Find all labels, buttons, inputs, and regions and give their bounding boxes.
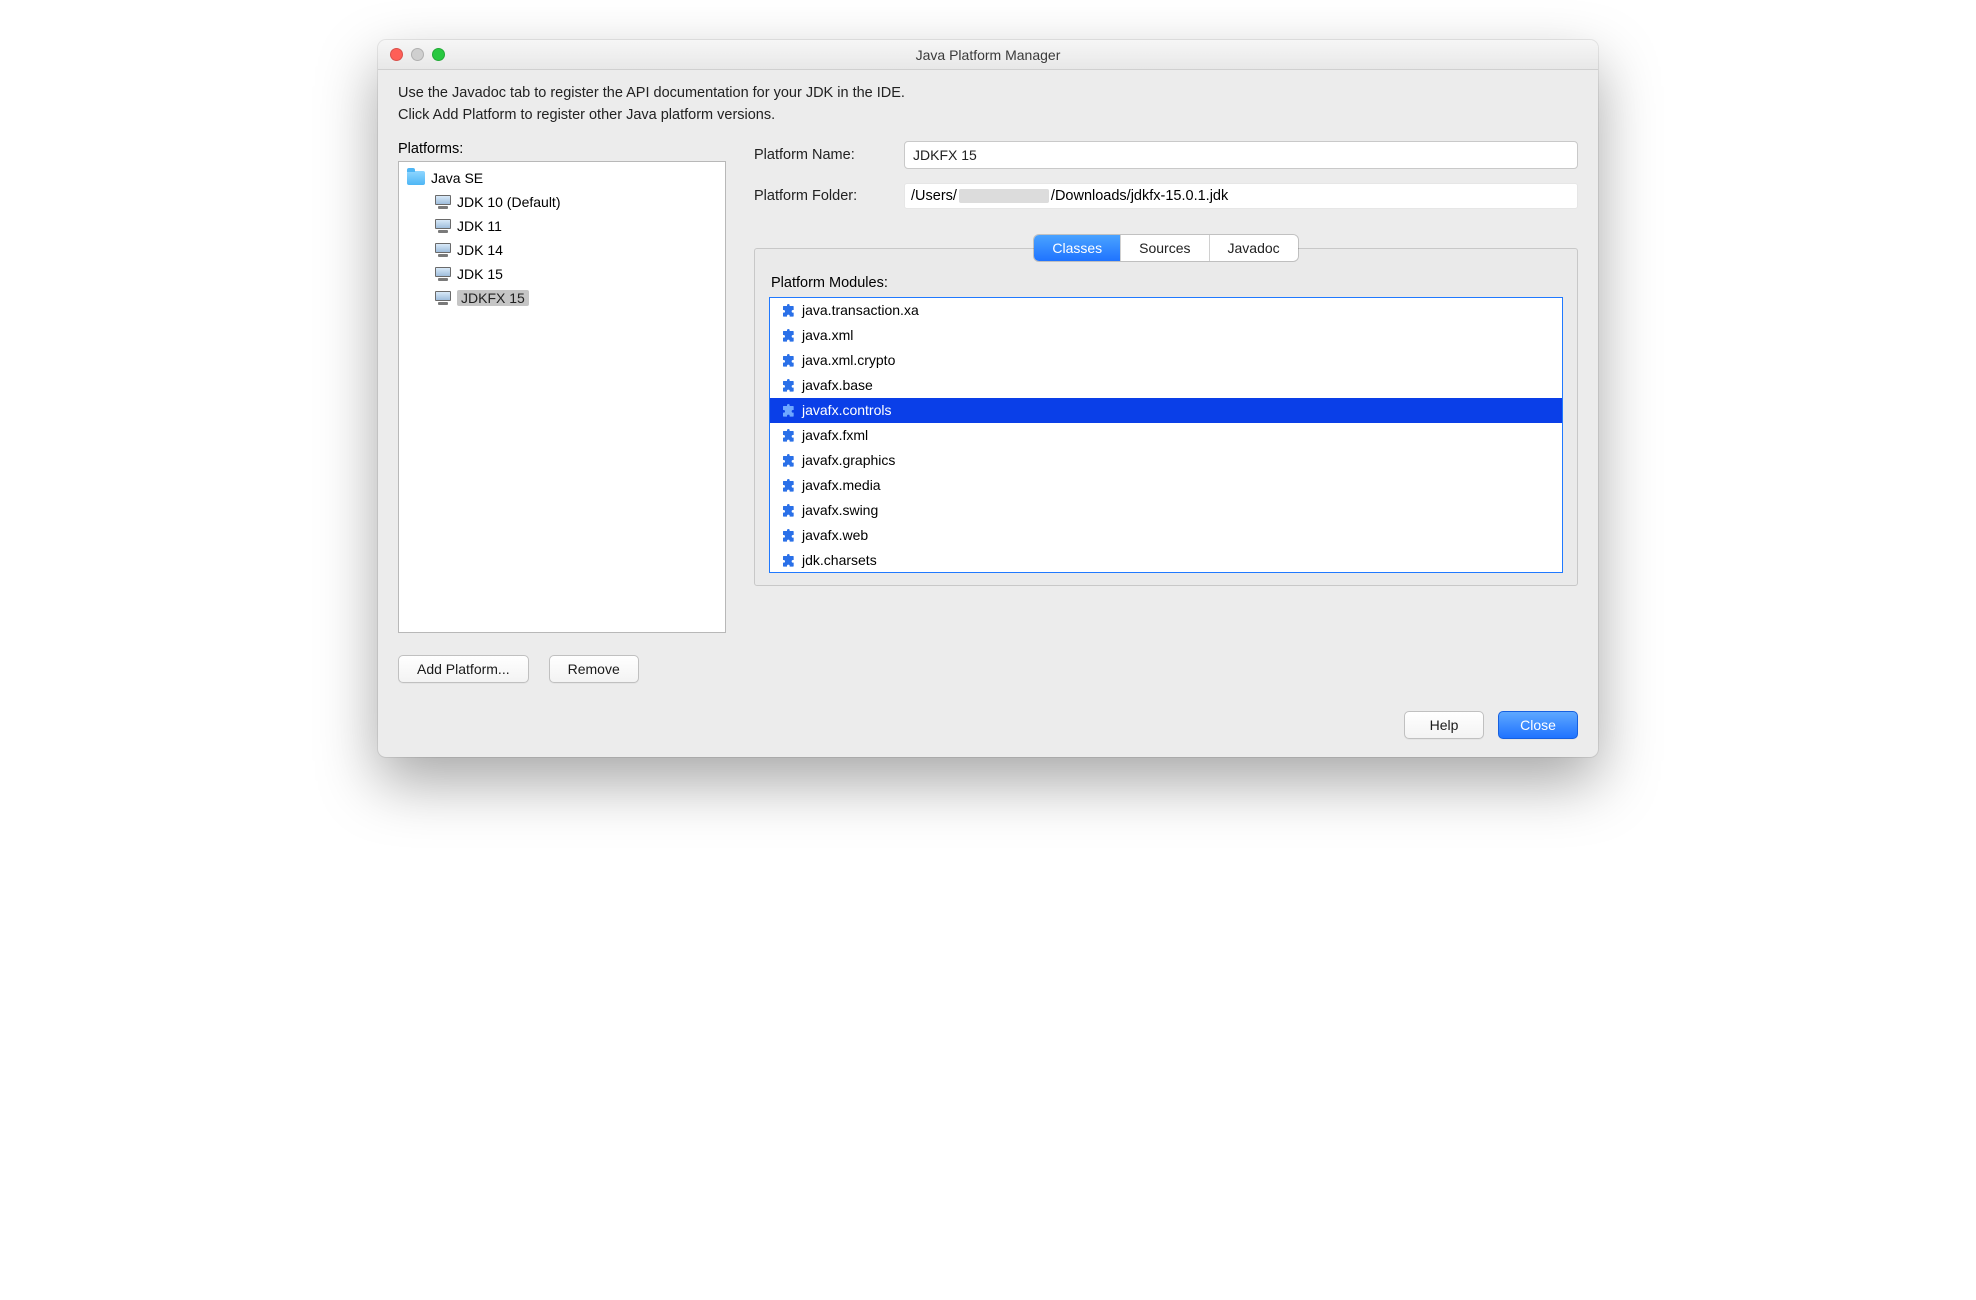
module-item[interactable]: javafx.fxml bbox=[770, 423, 1562, 448]
platforms-tree[interactable]: Java SE JDK 10 (Default) JDK 11 JDK 14 JDK 1… bbox=[398, 161, 726, 633]
intro-text: Use the Javadoc tab to register the API … bbox=[398, 82, 1578, 127]
folder-path-prefix: /Users/ bbox=[911, 188, 957, 204]
modules-label: Platform Modules: bbox=[771, 275, 1563, 291]
platform-item-label: JDKFX 15 bbox=[457, 290, 529, 306]
platform-group[interactable]: Java SE bbox=[399, 166, 725, 190]
platform-icon bbox=[435, 267, 451, 281]
platform-item-label: JDK 10 (Default) bbox=[457, 194, 560, 210]
module-item[interactable]: java.xml.crypto bbox=[770, 348, 1562, 373]
tab-classes[interactable]: Classes bbox=[1034, 235, 1120, 261]
module-icon bbox=[778, 377, 796, 393]
close-button[interactable]: Close bbox=[1498, 711, 1578, 739]
module-item[interactable]: java.xml bbox=[770, 323, 1562, 348]
minimize-window-icon bbox=[411, 48, 424, 61]
platforms-label: Platforms: bbox=[398, 141, 726, 157]
module-icon bbox=[778, 552, 796, 568]
module-name: javafx.controls bbox=[802, 402, 891, 418]
tab-javadoc[interactable]: Javadoc bbox=[1209, 235, 1298, 261]
platform-folder-value: /Users/ /Downloads/jdkfx-15.0.1.jdk bbox=[904, 183, 1578, 209]
module-item[interactable]: javafx.media bbox=[770, 473, 1562, 498]
close-window-icon[interactable] bbox=[390, 48, 403, 61]
module-item[interactable]: javafx.controls bbox=[770, 398, 1562, 423]
modules-panel: Platform Modules: java.transaction.xajav… bbox=[754, 248, 1578, 586]
module-name: javafx.graphics bbox=[802, 452, 895, 468]
module-icon bbox=[778, 502, 796, 518]
platform-group-label: Java SE bbox=[431, 170, 483, 186]
module-list[interactable]: java.transaction.xa java.xml java.xml.cryp… bbox=[769, 297, 1563, 573]
module-item[interactable]: javafx.swing bbox=[770, 498, 1562, 523]
titlebar: Java Platform Manager bbox=[378, 40, 1598, 70]
zoom-window-icon[interactable] bbox=[432, 48, 445, 61]
module-item[interactable]: jdk.charsets bbox=[770, 548, 1562, 573]
platform-item[interactable]: JDK 11 bbox=[399, 214, 725, 238]
platform-item-label: JDK 11 bbox=[457, 218, 502, 234]
platform-icon bbox=[435, 243, 451, 257]
help-button[interactable]: Help bbox=[1404, 711, 1484, 739]
platform-icon bbox=[435, 219, 451, 233]
module-icon bbox=[778, 527, 796, 543]
detail-tabs: ClassesSourcesJavadoc bbox=[1034, 235, 1297, 261]
module-icon bbox=[778, 402, 796, 418]
module-item[interactable]: javafx.web bbox=[770, 523, 1562, 548]
module-icon bbox=[778, 302, 796, 318]
platform-folder-label: Platform Folder: bbox=[754, 188, 904, 204]
module-icon bbox=[778, 477, 796, 493]
platforms-panel: Platforms: Java SE JDK 10 (Default) JDK 11… bbox=[398, 141, 726, 683]
module-item[interactable]: java.transaction.xa bbox=[770, 298, 1562, 323]
window-controls bbox=[390, 48, 445, 61]
platform-item-label: JDK 14 bbox=[457, 242, 503, 258]
intro-line-2: Click Add Platform to register other Jav… bbox=[398, 104, 1578, 126]
platform-icon bbox=[435, 195, 451, 209]
window-title: Java Platform Manager bbox=[916, 47, 1061, 63]
dialog-footer: Help Close bbox=[398, 711, 1578, 739]
platform-name-label: Platform Name: bbox=[754, 147, 904, 163]
module-name: javafx.base bbox=[802, 377, 873, 393]
module-name: java.transaction.xa bbox=[802, 302, 919, 318]
window: Java Platform Manager Use the Javadoc ta… bbox=[378, 40, 1598, 757]
module-name: javafx.fxml bbox=[802, 427, 868, 443]
module-name: java.xml bbox=[802, 327, 853, 343]
platform-details: Platform Name: Platform Folder: /Users/ … bbox=[754, 141, 1578, 683]
module-icon bbox=[778, 327, 796, 343]
folder-path-redacted bbox=[959, 189, 1049, 203]
module-item[interactable]: javafx.base bbox=[770, 373, 1562, 398]
tab-sources[interactable]: Sources bbox=[1120, 235, 1208, 261]
module-name: jdk.charsets bbox=[802, 552, 877, 568]
platform-item[interactable]: JDK 10 (Default) bbox=[399, 190, 725, 214]
folder-path-suffix: /Downloads/jdkfx-15.0.1.jdk bbox=[1051, 188, 1228, 204]
platform-item-label: JDK 15 bbox=[457, 266, 503, 282]
intro-line-1: Use the Javadoc tab to register the API … bbox=[398, 82, 1578, 104]
module-icon bbox=[778, 352, 796, 368]
add-platform-button[interactable]: Add Platform... bbox=[398, 655, 529, 683]
module-name: javafx.swing bbox=[802, 502, 878, 518]
module-name: java.xml.crypto bbox=[802, 352, 895, 368]
platform-item[interactable]: JDKFX 15 bbox=[399, 286, 725, 310]
module-icon bbox=[778, 427, 796, 443]
platform-item[interactable]: JDK 15 bbox=[399, 262, 725, 286]
module-item[interactable]: javafx.graphics bbox=[770, 448, 1562, 473]
platform-item[interactable]: JDK 14 bbox=[399, 238, 725, 262]
remove-platform-button[interactable]: Remove bbox=[549, 655, 639, 683]
content-area: Use the Javadoc tab to register the API … bbox=[378, 70, 1598, 757]
platform-name-input[interactable] bbox=[904, 141, 1578, 169]
module-name: javafx.web bbox=[802, 527, 868, 543]
platform-icon bbox=[435, 291, 451, 305]
module-name: javafx.media bbox=[802, 477, 881, 493]
module-icon bbox=[778, 452, 796, 468]
folder-icon bbox=[407, 171, 425, 185]
